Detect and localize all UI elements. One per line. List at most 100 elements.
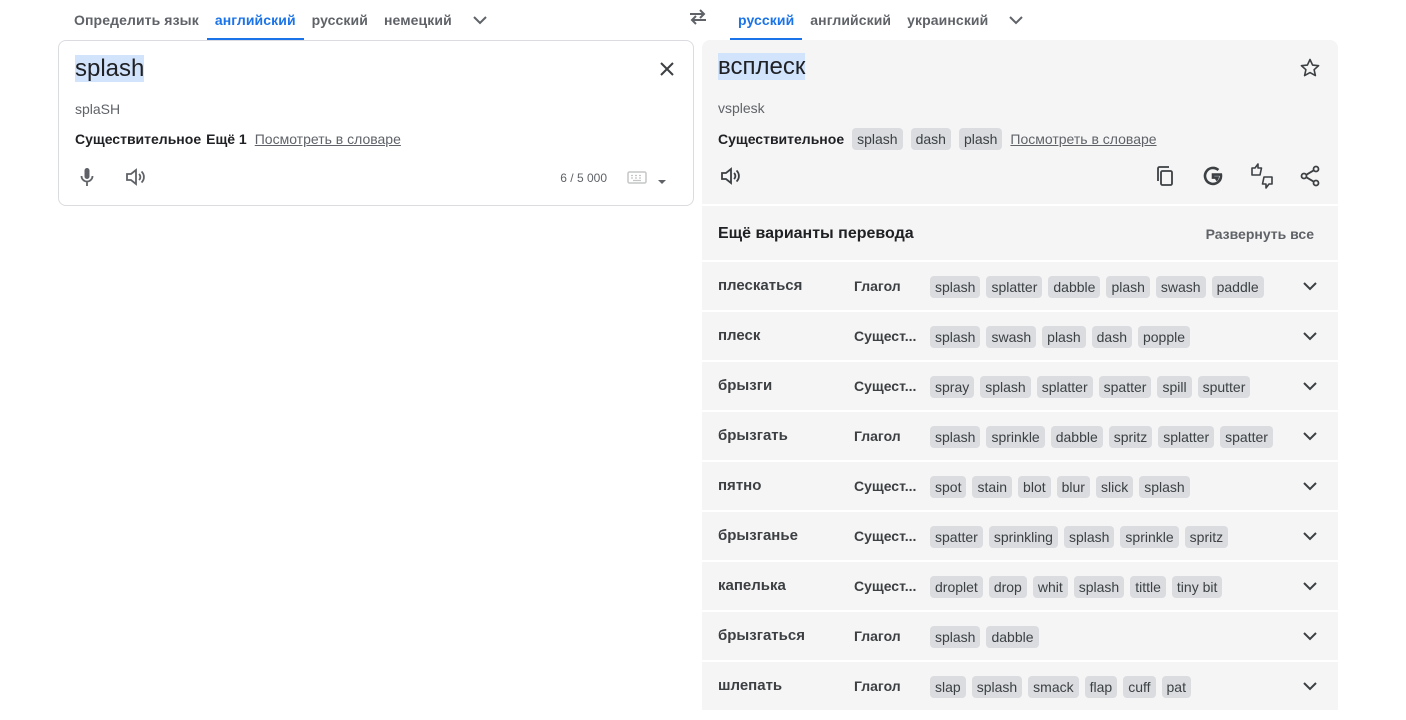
target-dictionary-link[interactable]: Посмотреть в словаре xyxy=(1010,131,1156,147)
back-translation-chip[interactable]: splash xyxy=(980,376,1031,398)
swap-languages-button[interactable] xyxy=(683,2,713,32)
back-translation-chip[interactable]: spatter xyxy=(930,526,983,548)
back-translation-chip[interactable]: dabble xyxy=(986,626,1039,648)
back-translation-chip[interactable]: splatter xyxy=(1158,426,1215,448)
microphone-button[interactable] xyxy=(67,157,107,197)
back-translation-chip[interactable]: splash xyxy=(930,276,981,298)
rate-translation-button[interactable] xyxy=(1242,156,1282,196)
back-translation-chip[interactable]: splash xyxy=(930,326,981,348)
source-dictionary-link[interactable]: Посмотреть в словаре xyxy=(255,131,401,147)
clear-source-button[interactable] xyxy=(655,57,679,81)
target-output: всплеск xyxy=(718,51,806,83)
back-translation-chip[interactable]: plash xyxy=(1106,276,1150,298)
back-translation-chip[interactable]: sprinkle xyxy=(1120,526,1179,548)
chevron-down-icon[interactable] xyxy=(1298,474,1322,498)
chevron-down-icon[interactable] xyxy=(1298,274,1322,298)
back-translation-chip[interactable]: popple xyxy=(1137,326,1191,348)
back-translation-chip[interactable]: cuff xyxy=(1123,676,1156,698)
alternative-row[interactable]: брызгать Глагол splash sprinkle dabble spritz… xyxy=(702,412,1338,460)
back-translation-chip[interactable]: slap xyxy=(930,676,966,698)
tab-target-russian[interactable]: русский xyxy=(730,0,803,40)
alternative-row[interactable]: брызгаться Глагол splash dabble xyxy=(702,612,1338,660)
alternative-back-translations: splash splatter dabble plash swash paddle xyxy=(930,276,1286,298)
target-synonym-chip[interactable]: splash xyxy=(852,128,903,150)
target-language-more-button[interactable] xyxy=(996,0,1036,40)
share-translation-button[interactable] xyxy=(1290,156,1330,196)
back-translation-chip[interactable]: droplet xyxy=(930,576,983,598)
target-listen-button[interactable] xyxy=(710,156,750,196)
chevron-down-icon[interactable] xyxy=(1298,574,1322,598)
tab-target-english[interactable]: английский xyxy=(802,0,899,40)
chevron-down-icon[interactable] xyxy=(1298,674,1322,698)
back-translation-chip[interactable]: splash xyxy=(1073,576,1125,598)
back-translation-chip[interactable]: drop xyxy=(988,576,1027,598)
keyboard-button[interactable] xyxy=(627,169,647,190)
google-search-button[interactable] xyxy=(1193,156,1233,196)
back-translation-chip[interactable]: spritz xyxy=(1184,526,1229,548)
alternative-row[interactable]: брызганье Сущест... spatter sprinkling splas… xyxy=(702,512,1338,560)
source-language-more-button[interactable] xyxy=(460,0,500,40)
chevron-down-icon[interactable] xyxy=(1298,374,1322,398)
back-translation-chip[interactable]: blot xyxy=(1018,476,1051,498)
alternative-row[interactable]: шлепать Глагол slap splash smack flap cuff pat xyxy=(702,662,1338,710)
alternative-part-of-speech: Сущест... xyxy=(854,528,917,544)
back-translation-chip[interactable]: spray xyxy=(930,376,975,398)
alternative-row[interactable]: капелька Сущест... droplet drop whit splash ti… xyxy=(702,562,1338,610)
back-translation-chip[interactable]: tittle xyxy=(1130,576,1166,598)
back-translation-chip[interactable]: dabble xyxy=(1048,276,1101,298)
back-translation-chip[interactable]: tiny bit xyxy=(1171,576,1223,598)
back-translation-chip[interactable]: spritz xyxy=(1108,426,1153,448)
back-translation-chip[interactable]: splash xyxy=(930,626,981,648)
back-translation-chip[interactable]: flap xyxy=(1084,676,1118,698)
back-translation-chip[interactable]: splash xyxy=(971,676,1023,698)
source-input[interactable]: splash xyxy=(75,53,145,85)
back-translation-chip[interactable]: swash xyxy=(986,326,1037,348)
back-translation-chip[interactable]: plash xyxy=(1042,326,1086,348)
alternatives-list: плескаться Глагол splash splatter dabble plas… xyxy=(702,262,1338,712)
back-translation-chip[interactable]: splatter xyxy=(986,276,1043,298)
back-translation-chip[interactable]: blur xyxy=(1056,476,1090,498)
chevron-down-icon[interactable] xyxy=(1298,624,1322,648)
tab-source-english[interactable]: английский xyxy=(206,0,304,40)
input-tools-dropdown[interactable] xyxy=(657,173,667,191)
chevron-down-icon[interactable] xyxy=(1298,524,1322,548)
back-translation-chip[interactable]: splash xyxy=(930,426,981,448)
back-translation-chip[interactable]: paddle xyxy=(1211,276,1264,298)
back-translation-chip[interactable]: pat xyxy=(1161,676,1191,698)
alternative-row[interactable]: плескаться Глагол splash splatter dabble plas… xyxy=(702,262,1338,310)
target-synonym-chip[interactable]: plash xyxy=(958,128,1003,150)
back-translation-chip[interactable]: stain xyxy=(972,476,1013,498)
back-translation-chip[interactable]: splash xyxy=(1139,476,1190,498)
back-translation-chip[interactable]: spill xyxy=(1157,376,1192,398)
alternative-word: брызги xyxy=(718,377,773,394)
tab-detect-language[interactable]: Определить язык xyxy=(66,0,207,40)
back-translation-chip[interactable]: sputter xyxy=(1197,376,1251,398)
source-listen-button[interactable] xyxy=(115,157,155,197)
alternative-row[interactable]: брызги Сущест... spray splash splatter spatte… xyxy=(702,362,1338,410)
back-translation-chip[interactable]: smack xyxy=(1028,676,1079,698)
target-synonym-chip[interactable]: dash xyxy=(910,128,951,150)
copy-translation-button[interactable] xyxy=(1145,156,1185,196)
back-translation-chip[interactable]: swash xyxy=(1155,276,1206,298)
tab-source-russian[interactable]: русский xyxy=(304,0,376,40)
back-translation-chip[interactable]: dash xyxy=(1091,326,1132,348)
tab-target-ukrainian[interactable]: украинский xyxy=(899,0,996,40)
back-translation-chip[interactable]: dabble xyxy=(1050,426,1103,448)
back-translation-chip[interactable]: splatter xyxy=(1036,376,1093,398)
alternative-row[interactable]: плеск Сущест... splash swash plash dash popple xyxy=(702,312,1338,360)
expand-all-button[interactable]: Развернуть все xyxy=(1206,226,1314,242)
back-translation-chip[interactable]: whit xyxy=(1032,576,1068,598)
back-translation-chip[interactable]: spatter xyxy=(1098,376,1152,398)
tab-source-german[interactable]: немецкий xyxy=(376,0,460,40)
back-translation-chip[interactable]: sprinkling xyxy=(988,526,1058,548)
alternative-row[interactable]: пятно Сущест... spot stain blot blur slick spla… xyxy=(702,462,1338,510)
back-translation-chip[interactable]: spot xyxy=(930,476,967,498)
back-translation-chip[interactable]: spatter xyxy=(1220,426,1273,448)
chevron-down-icon[interactable] xyxy=(1298,424,1322,448)
save-translation-button[interactable] xyxy=(1298,56,1322,80)
back-translation-chip[interactable]: splash xyxy=(1063,526,1115,548)
back-translation-chip[interactable]: slick xyxy=(1095,476,1134,498)
back-translation-chip[interactable]: sprinkle xyxy=(986,426,1045,448)
source-more-meanings[interactable]: Ещё 1 xyxy=(206,131,247,147)
chevron-down-icon[interactable] xyxy=(1298,324,1322,348)
